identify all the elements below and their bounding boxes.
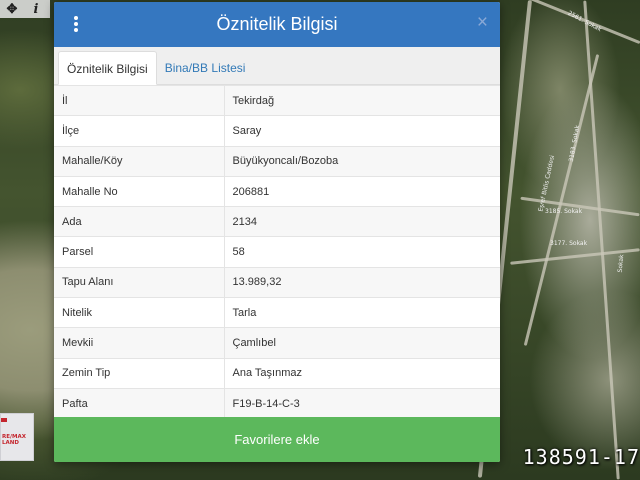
- attribute-value: 206881: [224, 175, 500, 207]
- attribute-value: F19-B-14-C-3: [224, 387, 500, 419]
- table-row: Mahalle/Köy Büyükyoncalı/Bozoba: [54, 145, 500, 177]
- table-row: İl Tekirdağ: [54, 84, 500, 116]
- attribute-value: Çamlıbel: [224, 327, 500, 359]
- table-row: Pafta F19-B-14-C-3: [54, 387, 500, 419]
- attribute-value: 58: [224, 236, 500, 268]
- attribute-key: Zemin Tip: [54, 357, 225, 389]
- attribute-key: Ada: [54, 206, 225, 237]
- table-row: Mahalle No 206881: [54, 175, 500, 207]
- attribute-key: İl: [54, 84, 225, 116]
- table-row: Nitelik Tarla: [54, 297, 500, 328]
- table-row: Parsel 58: [54, 236, 500, 268]
- attribute-value: Saray: [224, 115, 500, 147]
- street-label: Sokak: [616, 254, 626, 273]
- crosshair-icon[interactable]: ✥: [0, 0, 24, 18]
- attribute-key: Nitelik: [54, 297, 225, 328]
- dialog-tabs: Öznitelik Bilgisi Bina/BB Listesi: [54, 47, 500, 85]
- table-row: Zemin Tip Ana Taşınmaz: [54, 357, 500, 389]
- dialog-title: Öznitelik Bilgisi: [216, 14, 338, 34]
- attribute-key: İlçe: [54, 115, 225, 147]
- attribute-value: 13.989,32: [224, 266, 500, 298]
- attribute-key: Mevkii: [54, 327, 225, 359]
- table-row: Tapu Alanı 13.989,32: [54, 266, 500, 298]
- attribute-key: Mahalle No: [54, 175, 225, 207]
- table-row: Mevkii Çamlıbel: [54, 327, 500, 359]
- table-row: İlçe Saray: [54, 115, 500, 147]
- attribute-value: Tekirdağ: [224, 84, 500, 116]
- tab-attribute-info[interactable]: Öznitelik Bilgisi: [58, 51, 157, 85]
- brand-logo: RE/MAX LAND: [0, 413, 34, 461]
- street-label: 3185. Sokak: [545, 208, 583, 215]
- attribute-value: Büyükyoncalı/Bozoba: [224, 145, 500, 177]
- attribute-key: Pafta: [54, 387, 225, 419]
- logo-text: RE/MAX LAND: [2, 434, 26, 446]
- attribute-info-dialog: Öznitelik Bilgisi × Öznitelik Bilgisi Bi…: [54, 2, 500, 462]
- attribute-key: Mahalle/Köy: [54, 145, 225, 177]
- street-label: 3183. Sokak: [567, 124, 582, 163]
- attribute-value: 2134: [224, 206, 500, 237]
- map-toolbar: ✥ i: [0, 0, 50, 18]
- dialog-header: Öznitelik Bilgisi ×: [54, 2, 500, 47]
- attribute-key: Parsel: [54, 236, 225, 268]
- listing-watermark: 138591-17: [522, 445, 640, 469]
- street-label: 3177. Sokak: [550, 240, 588, 247]
- close-icon[interactable]: ×: [477, 13, 488, 33]
- add-to-favorites-button[interactable]: Favorilere ekle: [54, 417, 500, 462]
- attribute-value: Ana Taşınmaz: [224, 357, 500, 389]
- attribute-table: İl Tekirdağ İlçe Saray Mahalle/Köy Büyükyonca…: [54, 84, 500, 419]
- attribute-value: Tarla: [224, 297, 500, 328]
- info-icon[interactable]: i: [24, 0, 48, 18]
- tab-building-list[interactable]: Bina/BB Listesi: [157, 51, 254, 85]
- attribute-key: Tapu Alanı: [54, 266, 225, 298]
- table-row: Ada 2134: [54, 206, 500, 237]
- more-vertical-icon[interactable]: [68, 14, 84, 34]
